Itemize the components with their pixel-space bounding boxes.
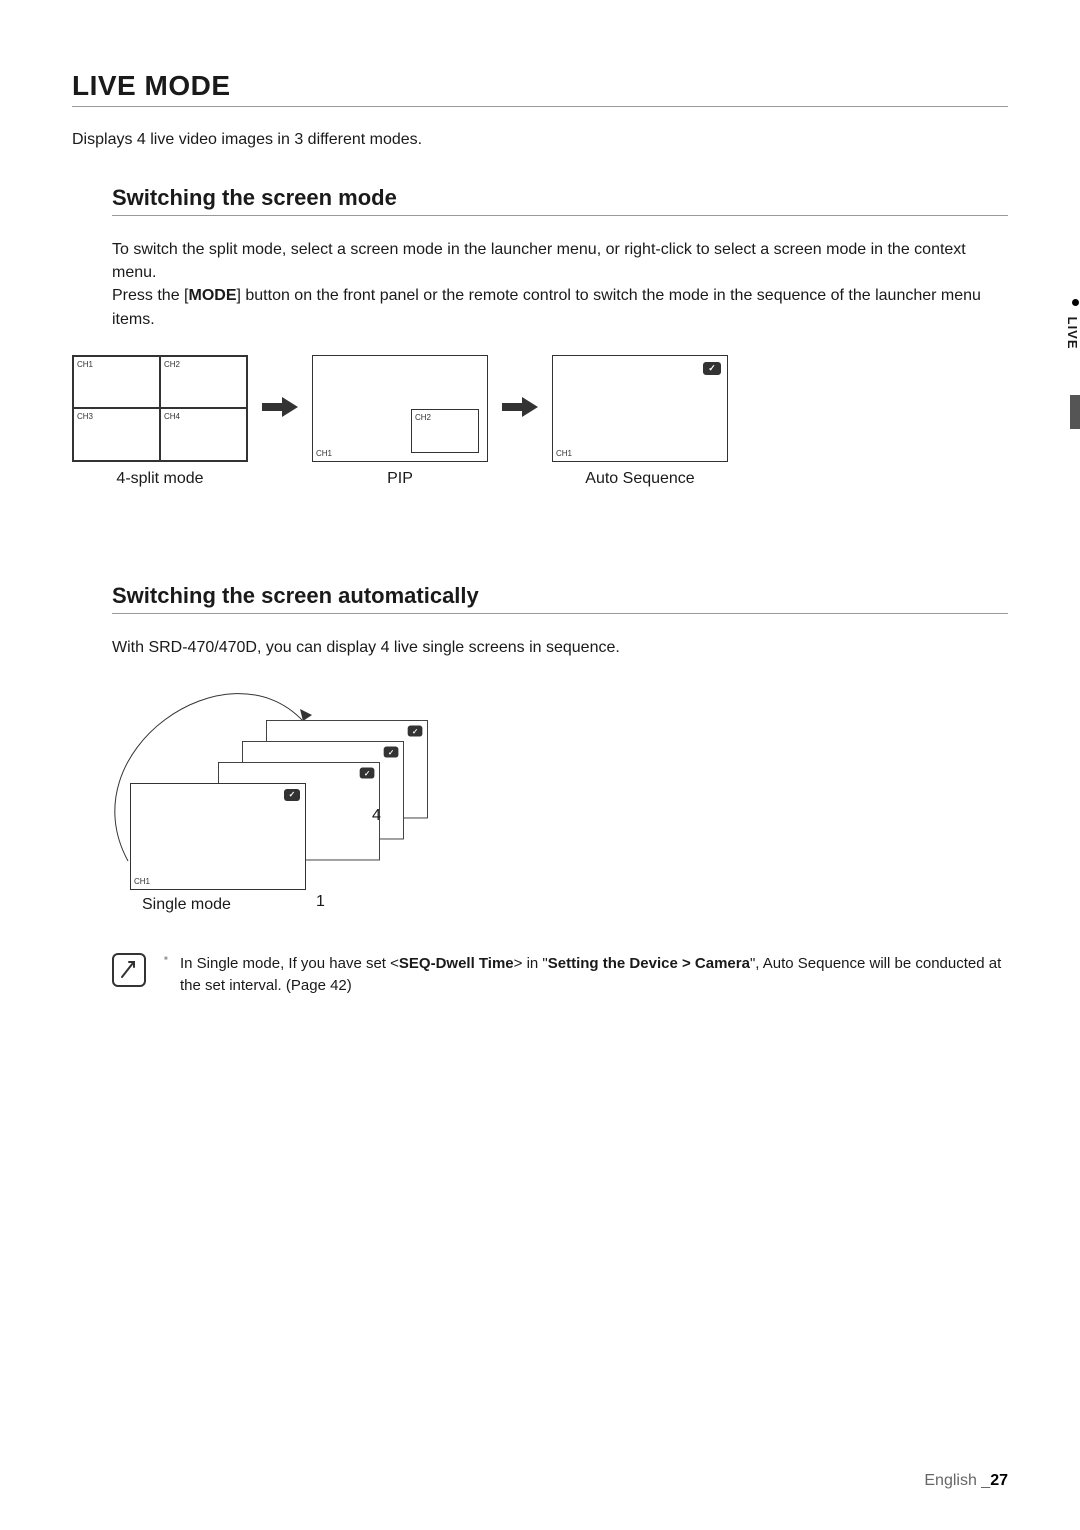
note-row: In Single mode, If you have set <SEQ-Dwe… [112,953,1008,997]
subsection-2-text: With SRD-470/470D, you can display 4 liv… [112,636,1008,659]
mode-4split-box: CH1 CH2 CH3 CH4 [72,355,248,462]
ch2: CH2 [164,360,180,369]
label-1: 1 [316,893,325,911]
section-title: LIVE MODE [72,70,1008,107]
auto-ch1: CH1 [556,449,572,458]
mode-pip: CH1 CH2 PIP [312,355,488,488]
note-text: In Single mode, If you have set <SEQ-Dwe… [164,953,1008,997]
nt2: SEQ-Dwell Time [399,955,514,972]
sequence-icon: ✓ [360,767,375,778]
ch3: CH3 [77,412,93,421]
mode-diagram-row: CH1 CH2 CH3 CH4 4-split mode CH1 CH2 PIP [72,355,1008,488]
side-tab-marker [1070,395,1080,429]
mode-auto: CH1 ✓ Auto Sequence [552,355,728,488]
intro-text: Displays 4 live video images in 3 differ… [72,131,1008,149]
sequence-icon: ✓ [284,789,300,801]
label-auto: Auto Sequence [585,470,694,488]
pip-ch2: CH2 [415,413,431,422]
note-icon [112,953,146,987]
mode-4split: CH1 CH2 CH3 CH4 4-split mode [72,355,248,488]
side-tab-label: LIVE [1065,317,1080,350]
sequence-icon: ✓ [384,746,399,757]
label-single-mode: Single mode [142,896,231,914]
subsection-title-switching-auto: Switching the screen automatically [112,583,1008,614]
s1p2c: ] button on the front panel or the remot… [112,287,981,327]
arrow-icon [502,397,538,422]
subsection-1-text: To switch the split mode, select a scree… [112,238,1008,331]
s1p2a: Press the [ [112,287,188,304]
mode-auto-box: CH1 ✓ [552,355,728,462]
side-tab-live: LIVE [1058,295,1080,354]
page-footer: English _27 [924,1472,1008,1490]
arrow-icon [262,397,298,422]
s1p2-mode: MODE [188,287,236,304]
pip-inner-box: CH2 [411,409,479,453]
s1p1: To switch the split mode, select a scree… [112,241,966,281]
single-mode-diagram: ✓ ✓ ✓ ✓ CH1 4 Single mode 1 [112,683,372,913]
sequence-icon: ✓ [408,725,423,736]
label-4: 4 [372,807,381,825]
nt4: Setting the Device > Camera [548,955,750,972]
ch4: CH4 [164,412,180,421]
label-4split: 4-split mode [116,470,203,488]
sequence-icon: ✓ [703,362,721,375]
label-pip: PIP [387,470,413,488]
single-ch1: CH1 [134,877,150,886]
nt3: > in " [514,955,548,972]
nt1: In Single mode, If you have set < [180,955,399,972]
footer-page: 27 [990,1472,1008,1489]
ch1: CH1 [77,360,93,369]
mode-pip-box: CH1 CH2 [312,355,488,462]
footer-lang: English _ [924,1472,990,1489]
pip-ch1: CH1 [316,449,332,458]
subsection-title-switching-mode: Switching the screen mode [112,185,1008,216]
